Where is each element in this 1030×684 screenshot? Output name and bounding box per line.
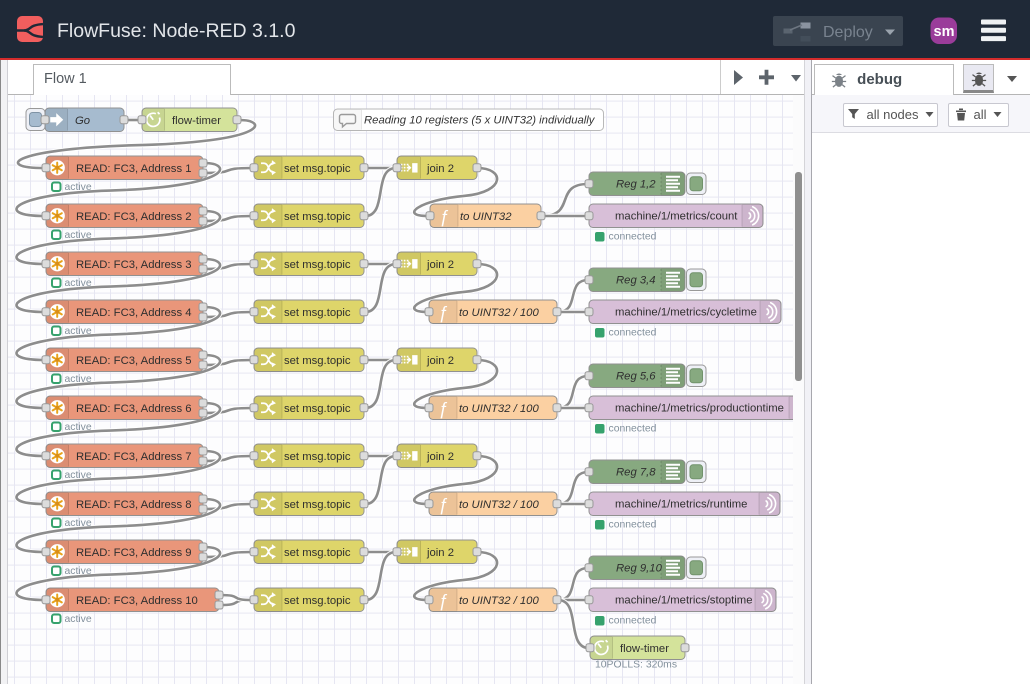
svg-text:active: active bbox=[65, 470, 92, 481]
svg-text:flow-timer: flow-timer bbox=[620, 643, 669, 655]
svg-text:active: active bbox=[65, 374, 92, 385]
svg-text:connected: connected bbox=[609, 615, 657, 626]
svg-text:machine/1/metrics/runtime: machine/1/metrics/runtime bbox=[615, 499, 747, 511]
svg-text:set msg.topic: set msg.topic bbox=[284, 403, 351, 415]
svg-text:active: active bbox=[65, 614, 92, 625]
svg-text:to UINT32 / 100: to UINT32 / 100 bbox=[459, 307, 539, 319]
svg-text:ƒ: ƒ bbox=[438, 494, 448, 514]
svg-text:connected: connected bbox=[609, 423, 657, 434]
svg-text:connected: connected bbox=[609, 519, 657, 530]
svg-text:set msg.topic: set msg.topic bbox=[284, 451, 351, 463]
svg-text:active: active bbox=[65, 278, 92, 289]
svg-text:to UINT32 / 100: to UINT32 / 100 bbox=[459, 499, 539, 511]
svg-text:READ: FC3, Address 4: READ: FC3, Address 4 bbox=[76, 307, 192, 319]
svg-text:Deploy: Deploy bbox=[823, 24, 873, 41]
svg-text:to UINT32: to UINT32 bbox=[460, 211, 512, 223]
svg-text:READ: FC3, Address 5: READ: FC3, Address 5 bbox=[76, 355, 192, 367]
svg-text:to UINT32 / 100: to UINT32 / 100 bbox=[459, 595, 539, 607]
svg-text:READ: FC3, Address 1: READ: FC3, Address 1 bbox=[76, 163, 192, 175]
svg-text:machine/1/metrics/count: machine/1/metrics/count bbox=[615, 211, 738, 223]
svg-text:ƒ: ƒ bbox=[438, 398, 448, 418]
svg-text:machine/1/metrics/cycletime: machine/1/metrics/cycletime bbox=[615, 307, 757, 319]
svg-text:10POLLS: 320ms: 10POLLS: 320ms bbox=[595, 659, 677, 670]
svg-text:join 2: join 2 bbox=[426, 547, 454, 559]
svg-text:READ: FC3, Address 8: READ: FC3, Address 8 bbox=[76, 499, 192, 511]
svg-text:flow-timer: flow-timer bbox=[172, 115, 221, 127]
svg-text:active: active bbox=[65, 182, 92, 193]
svg-text:Go: Go bbox=[75, 115, 90, 127]
svg-text:READ: FC3, Address 10: READ: FC3, Address 10 bbox=[76, 595, 198, 607]
svg-text:Reg 7,8: Reg 7,8 bbox=[616, 467, 656, 479]
svg-text:to UINT32 / 100: to UINT32 / 100 bbox=[459, 403, 539, 415]
svg-text:set msg.topic: set msg.topic bbox=[284, 547, 351, 559]
svg-text:READ: FC3, Address 2: READ: FC3, Address 2 bbox=[76, 211, 192, 223]
svg-text:connected: connected bbox=[609, 231, 657, 242]
svg-text:Reg 3,4: Reg 3,4 bbox=[616, 275, 656, 287]
svg-text:set msg.topic: set msg.topic bbox=[284, 163, 351, 175]
svg-text:Reg 5,6: Reg 5,6 bbox=[616, 371, 656, 383]
svg-text:Reg 9,10: Reg 9,10 bbox=[616, 563, 663, 575]
svg-text:sm: sm bbox=[934, 24, 955, 40]
svg-text:set msg.topic: set msg.topic bbox=[284, 355, 351, 367]
svg-text:join 2: join 2 bbox=[426, 259, 454, 271]
svg-text:join 2: join 2 bbox=[426, 451, 454, 463]
svg-text:READ: FC3, Address 7: READ: FC3, Address 7 bbox=[76, 451, 192, 463]
svg-text:active: active bbox=[65, 422, 92, 433]
svg-text:set msg.topic: set msg.topic bbox=[284, 307, 351, 319]
svg-text:READ: FC3, Address 6: READ: FC3, Address 6 bbox=[76, 403, 192, 415]
svg-text:set msg.topic: set msg.topic bbox=[284, 595, 351, 607]
svg-text:READ: FC3, Address 9: READ: FC3, Address 9 bbox=[76, 547, 192, 559]
svg-text:ƒ: ƒ bbox=[439, 206, 449, 226]
svg-text:Reading 10 registers (5 x UINT: Reading 10 registers (5 x UINT32) indivi… bbox=[364, 115, 596, 127]
svg-text:connected: connected bbox=[609, 327, 657, 338]
svg-text:active: active bbox=[65, 566, 92, 577]
svg-text:READ: FC3, Address 3: READ: FC3, Address 3 bbox=[76, 259, 192, 271]
svg-text:FlowFuse: Node-RED 3.1.0: FlowFuse: Node-RED 3.1.0 bbox=[57, 20, 296, 42]
svg-text:set msg.topic: set msg.topic bbox=[284, 259, 351, 271]
svg-text:Reg 1,2: Reg 1,2 bbox=[616, 179, 656, 191]
svg-text:active: active bbox=[65, 326, 92, 337]
svg-text:join 2: join 2 bbox=[426, 163, 454, 175]
svg-text:machine/1/metrics/stoptime: machine/1/metrics/stoptime bbox=[615, 595, 753, 607]
svg-text:join 2: join 2 bbox=[426, 355, 454, 367]
svg-text:set msg.topic: set msg.topic bbox=[284, 211, 351, 223]
svg-text:machine/1/metrics/productionti: machine/1/metrics/productiontime bbox=[615, 403, 784, 415]
svg-text:active: active bbox=[65, 230, 92, 241]
svg-text:ƒ: ƒ bbox=[438, 590, 448, 610]
svg-text:active: active bbox=[65, 518, 92, 529]
svg-text:ƒ: ƒ bbox=[438, 302, 448, 322]
svg-text:set msg.topic: set msg.topic bbox=[284, 499, 351, 511]
